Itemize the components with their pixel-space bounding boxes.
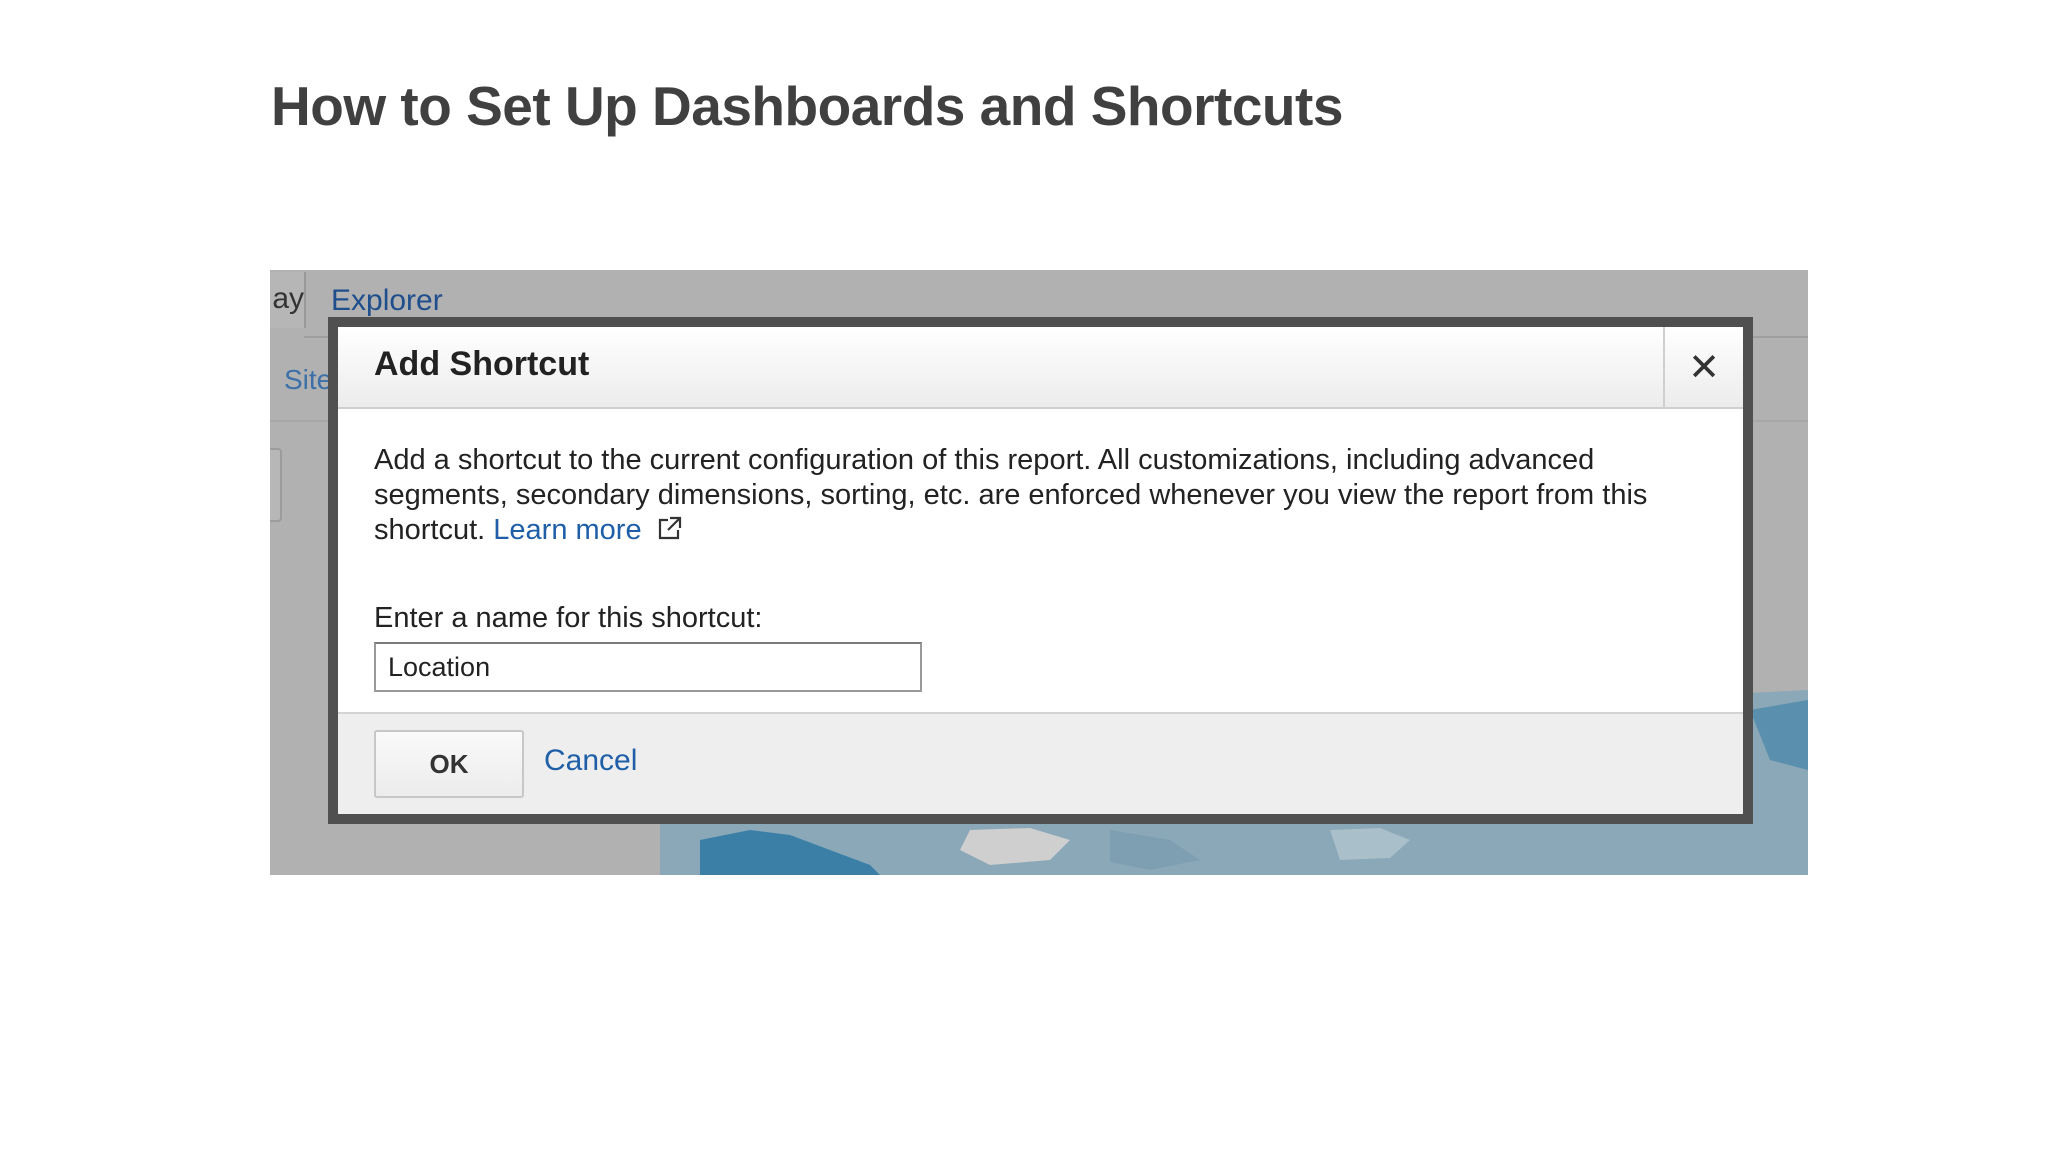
background-panel-edge [270, 448, 282, 522]
close-button[interactable]: ✕ [1663, 327, 1743, 407]
dialog-title: Add Shortcut [374, 345, 590, 383]
shortcut-name-input[interactable] [374, 642, 922, 692]
dialog-description: Add a shortcut to the current configurat… [374, 443, 1714, 548]
shortcut-name-label: Enter a name for this shortcut: [374, 602, 763, 634]
cancel-link[interactable]: Cancel [544, 744, 637, 778]
slide-title: How to Set Up Dashboards and Shortcuts [271, 75, 1343, 137]
external-link-icon[interactable] [656, 516, 682, 542]
background-active-tab[interactable]: ay [270, 272, 306, 328]
dialog-header: Add Shortcut ✕ [338, 327, 1743, 409]
dialog-footer: OK Cancel [338, 712, 1743, 814]
close-icon: ✕ [1688, 345, 1720, 389]
ok-button[interactable]: OK [374, 730, 524, 798]
background-site-label[interactable]: Site [284, 364, 332, 396]
add-shortcut-dialog: Add Shortcut ✕ Add a shortcut to the cur… [328, 317, 1753, 824]
background-explorer-tab[interactable]: Explorer [331, 284, 443, 318]
dialog-content: Add Shortcut ✕ Add a shortcut to the cur… [338, 327, 1743, 814]
learn-more-link[interactable]: Learn more [493, 514, 641, 546]
